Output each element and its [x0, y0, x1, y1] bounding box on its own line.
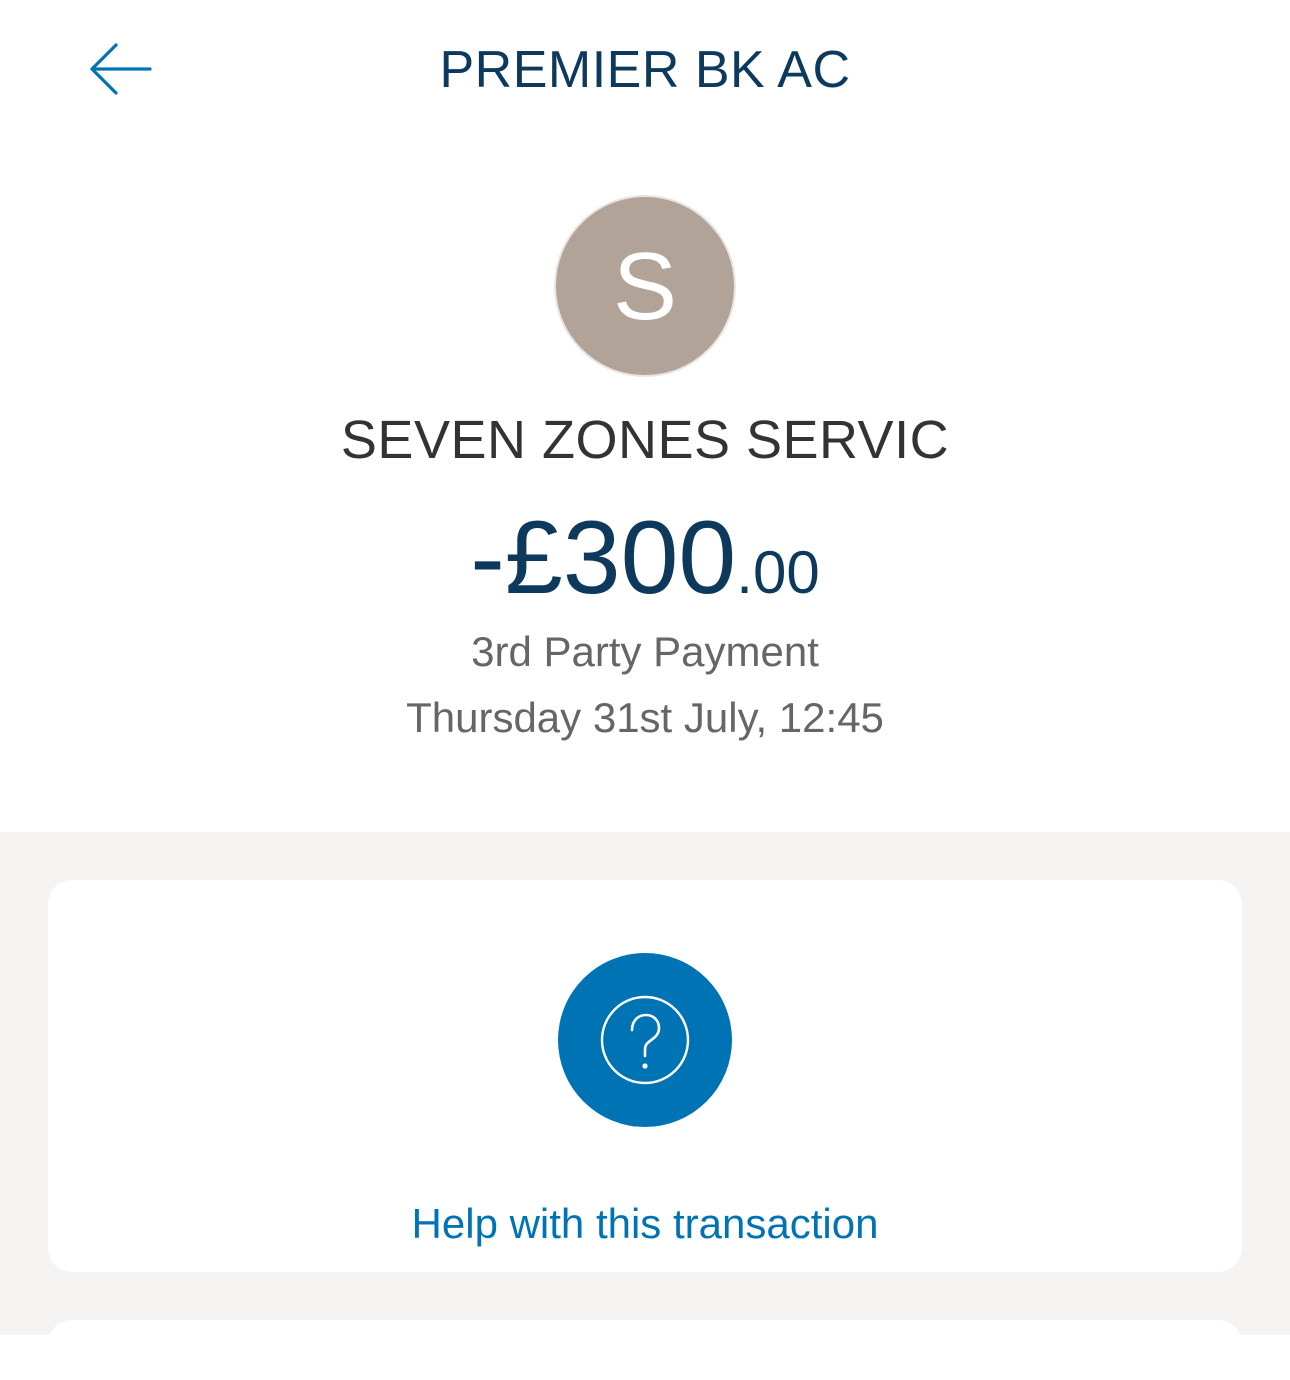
actions-section: Help with this transaction — [0, 832, 1290, 1380]
merchant-name: SEVEN ZONES SERVIC — [340, 410, 950, 470]
page-title: PREMIER BK AC — [439, 41, 851, 99]
transaction-type: 3rd Party Payment — [471, 628, 819, 675]
help-with-transaction-card[interactable]: Help with this transaction — [48, 880, 1242, 1272]
transaction-date: Thursday 31st July, 12:45 — [406, 694, 884, 741]
app-header: PREMIER BK AC — [0, 0, 1290, 140]
amount-pence: .00 — [736, 539, 820, 606]
avatar-letter: S — [612, 233, 678, 340]
merchant-avatar: S — [556, 197, 734, 375]
amount-pounds: -£300 — [470, 500, 737, 616]
question-circle-icon — [558, 953, 732, 1127]
next-card — [48, 1320, 1242, 1380]
help-link-label[interactable]: Help with this transaction — [48, 1198, 1242, 1250]
